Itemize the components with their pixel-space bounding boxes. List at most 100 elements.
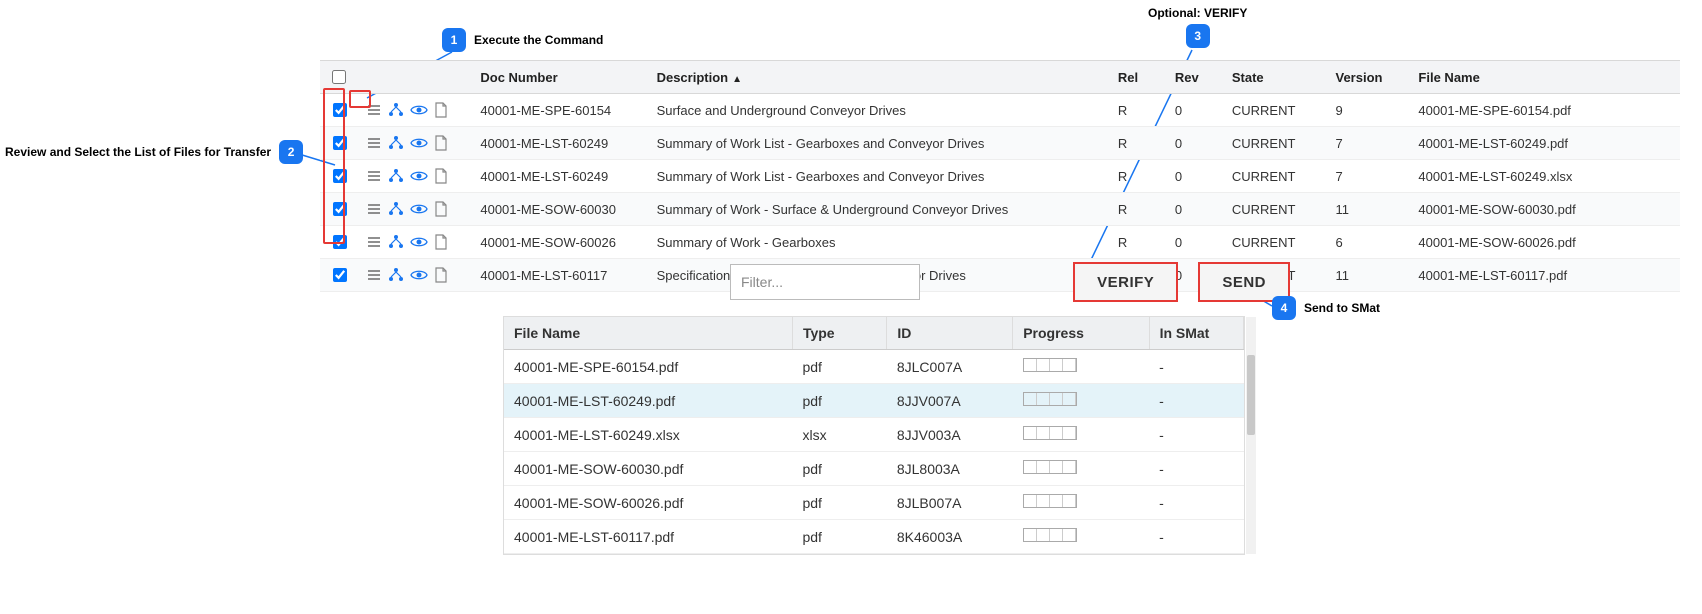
cell-file-name: 40001-ME-LST-60249.xlsx xyxy=(1410,160,1680,193)
cell-state: CURRENT xyxy=(1224,226,1328,259)
file-cell-name: 40001-ME-LST-60249.xlsx xyxy=(504,418,792,452)
scrollbar-thumb[interactable] xyxy=(1247,355,1255,435)
table-row[interactable]: 40001-ME-LST-60249Summary of Work List -… xyxy=(320,160,1680,193)
table-row[interactable]: 40001-ME-SOW-60026Summary of Work - Gear… xyxy=(320,226,1680,259)
progress-bar xyxy=(1023,528,1077,542)
file-row[interactable]: 40001-ME-LST-60249.xlsxxlsx8JJV003A- xyxy=(504,418,1244,452)
file-cell-progress xyxy=(1013,418,1149,452)
file-cell-insmat: - xyxy=(1149,418,1243,452)
view-icon[interactable] xyxy=(410,168,428,184)
cell-description: Surface and Underground Conveyor Drives xyxy=(649,94,1110,127)
header-actions xyxy=(358,61,472,94)
file-cell-id: 8JJV003A xyxy=(887,418,1013,452)
table-row[interactable]: 40001-ME-SPE-60154Surface and Undergroun… xyxy=(320,94,1680,127)
header-select-all[interactable] xyxy=(320,61,358,94)
row-checkbox[interactable] xyxy=(333,103,347,117)
list-icon[interactable] xyxy=(366,135,382,151)
structure-icon[interactable] xyxy=(388,102,404,118)
file-cell-type: pdf xyxy=(792,486,886,520)
cell-doc-number: 40001-ME-LST-60249 xyxy=(472,160,648,193)
structure-icon[interactable] xyxy=(388,135,404,151)
file-row[interactable]: 40001-ME-SOW-60030.pdfpdf8JL8003A- xyxy=(504,452,1244,486)
list-icon[interactable] xyxy=(366,201,382,217)
header-rel[interactable]: Rel xyxy=(1110,61,1167,94)
document-icon[interactable] xyxy=(434,201,448,217)
file-cell-progress xyxy=(1013,350,1149,384)
document-icon[interactable] xyxy=(434,102,448,118)
view-icon[interactable] xyxy=(410,234,428,250)
header-rev[interactable]: Rev xyxy=(1167,61,1224,94)
cell-rel: R xyxy=(1110,193,1167,226)
structure-icon[interactable] xyxy=(388,168,404,184)
cell-rel: R xyxy=(1110,94,1167,127)
view-icon[interactable] xyxy=(410,201,428,217)
cell-rev: 0 xyxy=(1167,193,1224,226)
header-version[interactable]: Version xyxy=(1328,61,1411,94)
callout-label-1: Execute the Command xyxy=(474,33,603,47)
files-header-insmat[interactable]: In SMat xyxy=(1149,317,1243,350)
header-doc-number[interactable]: Doc Number xyxy=(472,61,648,94)
callout-1: 1 Execute the Command xyxy=(442,28,603,52)
cell-version: 7 xyxy=(1328,127,1411,160)
list-icon[interactable] xyxy=(366,168,382,184)
table-row[interactable]: 40001-ME-LST-60249Summary of Work List -… xyxy=(320,127,1680,160)
file-cell-type: pdf xyxy=(792,520,886,554)
table-row[interactable]: 40001-ME-SOW-60030Summary of Work - Surf… xyxy=(320,193,1680,226)
file-row[interactable]: 40001-ME-LST-60117.pdfpdf8K46003A- xyxy=(504,520,1244,554)
callout-label-2: Review and Select the List of Files for … xyxy=(5,145,271,159)
action-bar: VERIFY SEND xyxy=(730,262,1290,302)
files-header-progress[interactable]: Progress xyxy=(1013,317,1149,350)
documents-table: Doc Number Description▲ Rel Rev State Ve… xyxy=(320,60,1680,292)
filter-input[interactable] xyxy=(730,264,920,300)
row-checkbox[interactable] xyxy=(333,136,347,150)
sort-asc-icon: ▲ xyxy=(732,74,742,85)
header-file-name[interactable]: File Name xyxy=(1410,61,1680,94)
verify-button[interactable]: VERIFY xyxy=(1073,262,1178,302)
row-checkbox[interactable] xyxy=(333,235,347,249)
file-cell-id: 8JLB007A xyxy=(887,486,1013,520)
header-state[interactable]: State xyxy=(1224,61,1328,94)
cell-description: Summary of Work - Surface & Underground … xyxy=(649,193,1110,226)
callout-badge-3: 3 xyxy=(1186,24,1210,48)
cell-rev: 0 xyxy=(1167,160,1224,193)
file-cell-insmat: - xyxy=(1149,486,1243,520)
files-header-id[interactable]: ID xyxy=(887,317,1013,350)
structure-icon[interactable] xyxy=(388,267,404,283)
document-icon[interactable] xyxy=(434,267,448,283)
file-cell-name: 40001-ME-LST-60249.pdf xyxy=(504,384,792,418)
file-row[interactable]: 40001-ME-SOW-60026.pdfpdf8JLB007A- xyxy=(504,486,1244,520)
cell-version: 6 xyxy=(1328,226,1411,259)
progress-bar xyxy=(1023,460,1077,474)
files-header-filename[interactable]: File Name xyxy=(504,317,792,350)
list-icon[interactable] xyxy=(366,267,382,283)
file-row[interactable]: 40001-ME-LST-60249.pdfpdf8JJV007A- xyxy=(504,384,1244,418)
view-icon[interactable] xyxy=(410,267,428,283)
document-icon[interactable] xyxy=(434,135,448,151)
cell-doc-number: 40001-ME-LST-60117 xyxy=(472,259,648,292)
cell-rel: R xyxy=(1110,226,1167,259)
file-cell-type: pdf xyxy=(792,452,886,486)
row-checkbox[interactable] xyxy=(333,202,347,216)
file-row[interactable]: 40001-ME-SPE-60154.pdfpdf8JLC007A- xyxy=(504,350,1244,384)
cell-file-name: 40001-ME-SOW-60026.pdf xyxy=(1410,226,1680,259)
cell-file-name: 40001-ME-LST-60249.pdf xyxy=(1410,127,1680,160)
row-checkbox[interactable] xyxy=(333,268,347,282)
scrollbar[interactable] xyxy=(1246,317,1256,554)
files-header-type[interactable]: Type xyxy=(792,317,886,350)
list-icon[interactable] xyxy=(366,234,382,250)
view-icon[interactable] xyxy=(410,102,428,118)
document-icon[interactable] xyxy=(434,234,448,250)
document-icon[interactable] xyxy=(434,168,448,184)
select-all-checkbox[interactable] xyxy=(332,70,346,84)
files-header-row: File Name Type ID Progress In SMat xyxy=(504,317,1244,350)
view-icon[interactable] xyxy=(410,135,428,151)
file-cell-name: 40001-ME-LST-60117.pdf xyxy=(504,520,792,554)
row-checkbox[interactable] xyxy=(333,169,347,183)
progress-bar xyxy=(1023,392,1077,406)
cell-rel: R xyxy=(1110,160,1167,193)
progress-bar xyxy=(1023,494,1077,508)
structure-icon[interactable] xyxy=(388,201,404,217)
header-description[interactable]: Description▲ xyxy=(649,61,1110,94)
list-icon[interactable] xyxy=(366,102,382,118)
structure-icon[interactable] xyxy=(388,234,404,250)
